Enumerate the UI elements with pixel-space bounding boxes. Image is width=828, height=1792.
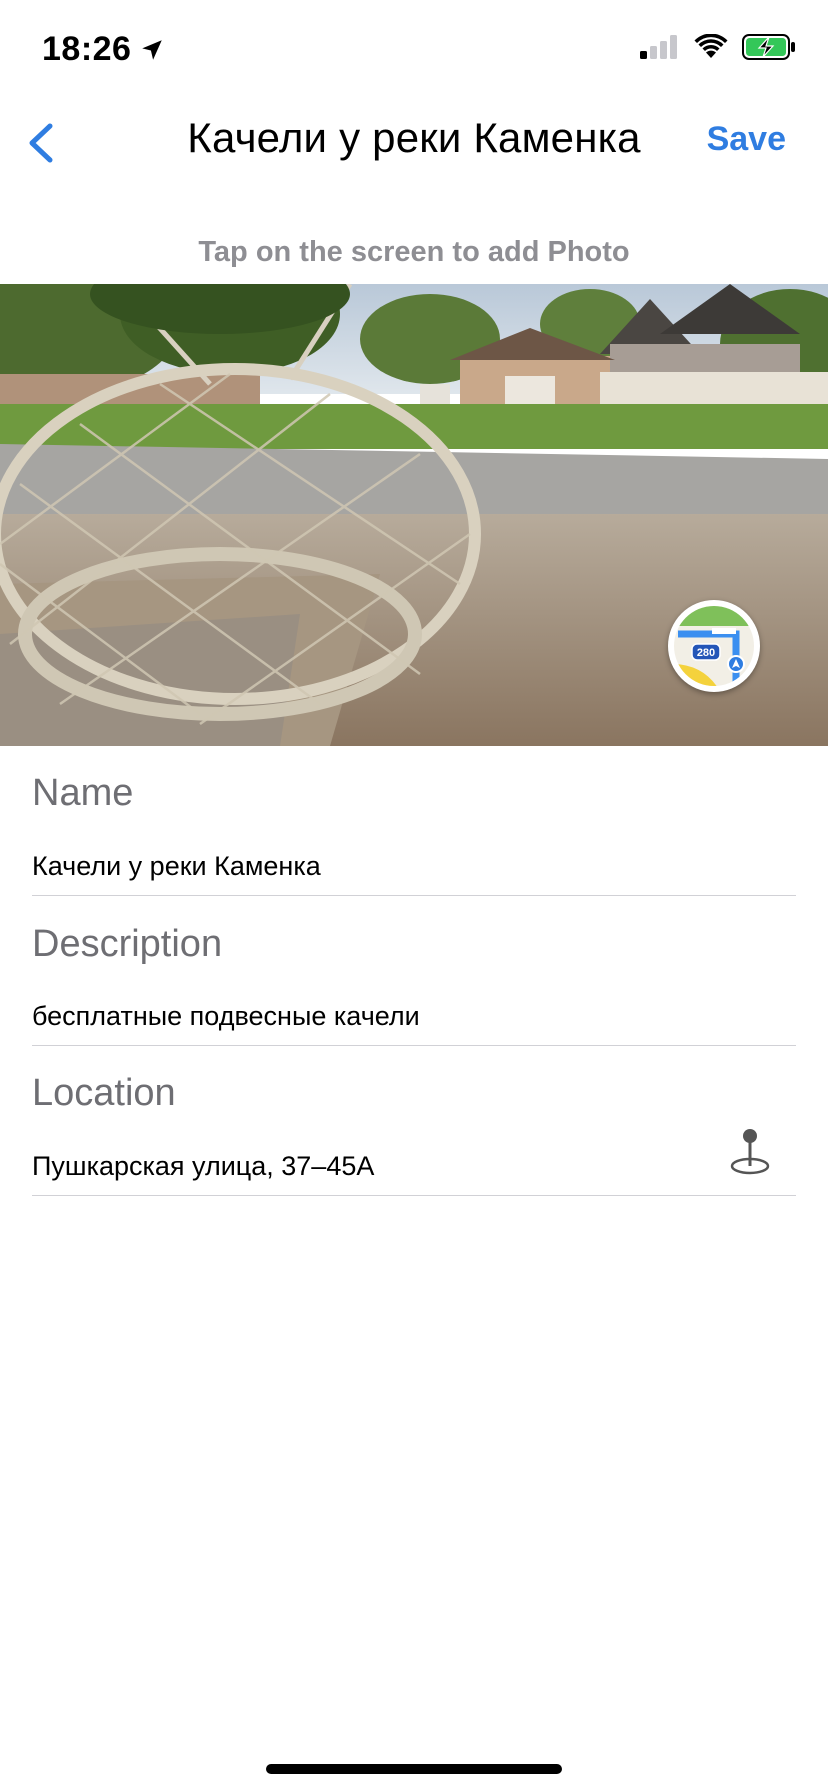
map-pin-icon [730,1129,770,1175]
status-icons [640,34,796,60]
name-label: Name [32,772,134,814]
home-indicator [266,1764,562,1774]
place-photo[interactable]: 280 [0,284,828,746]
add-photo-hint: Tap on the screen to add Photo [198,236,630,268]
page-title: Качели у реки Каменка [187,114,641,161]
description-label: Description [32,923,223,965]
cellular-signal-icon [640,35,677,59]
location-field[interactable] [32,1144,796,1196]
wifi-icon [694,34,728,58]
navigation-bar: Качели у реки Каменка Save [0,100,828,184]
location-label: Location [32,1072,176,1114]
status-bar: 18:26 [0,0,828,100]
maps-badge-number: 280 [697,647,715,659]
maps-app-icon: 280 [674,606,754,686]
screen: 18:26 Качели у реки Каменка Save Tap on … [0,0,828,1792]
location-arrow-icon [142,39,163,60]
status-time-group: 18:26 [42,30,165,69]
pick-location-button[interactable] [728,1126,772,1176]
description-field[interactable] [32,994,796,1046]
status-time: 18:26 [42,30,132,68]
maps-app-button[interactable]: 280 [668,600,760,692]
name-field[interactable] [32,844,796,896]
save-button[interactable]: Save [707,120,786,159]
battery-charging-icon [742,34,795,60]
